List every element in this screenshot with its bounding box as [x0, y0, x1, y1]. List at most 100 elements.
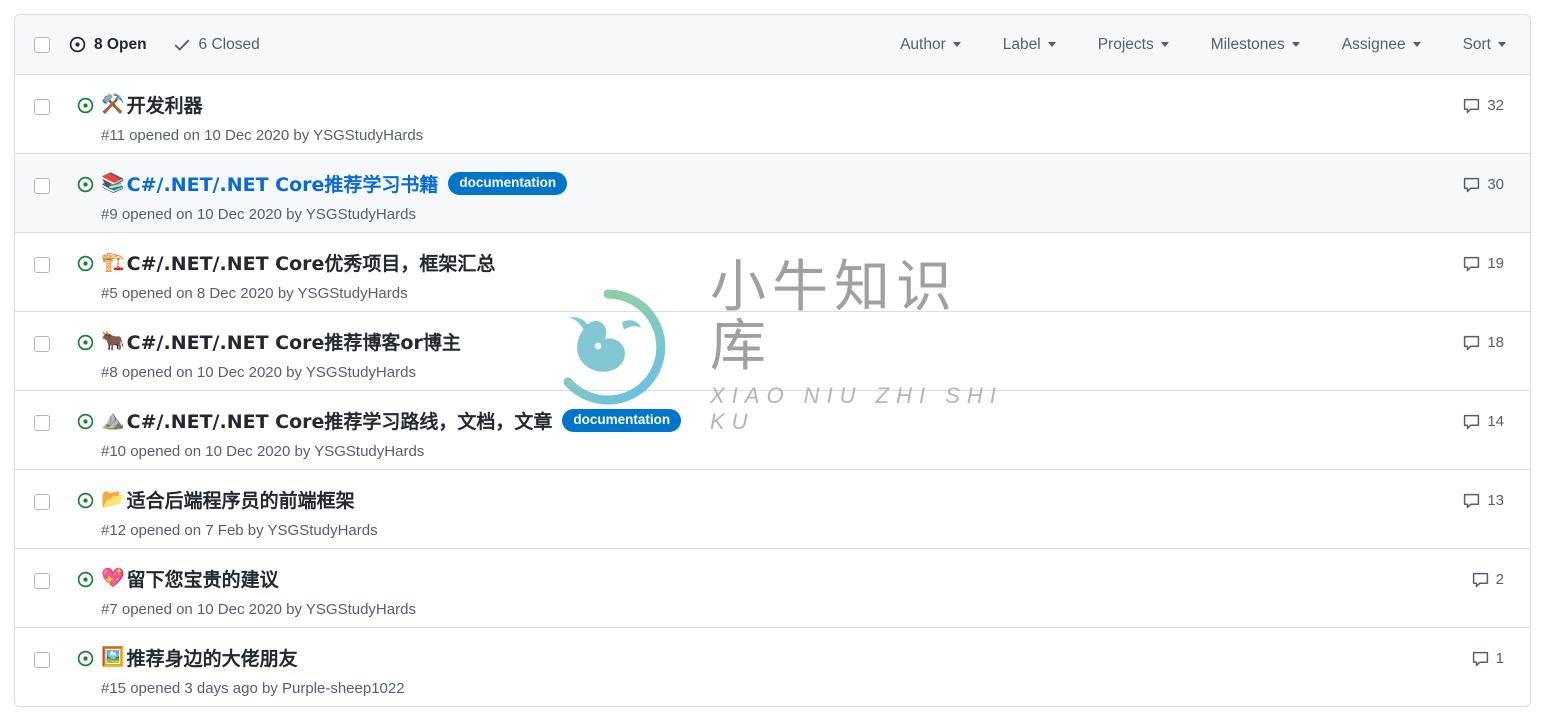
- issue-row[interactable]: 📚 C#/.NET/.NET Core推荐学习书籍 documentation #9 …: [15, 154, 1530, 233]
- filter-projects-label: Projects: [1097, 35, 1154, 53]
- filter-sort[interactable]: Sort: [1463, 36, 1506, 54]
- issue-state-cell: [69, 312, 101, 351]
- filter-projects[interactable]: Projects: [1098, 36, 1169, 54]
- issue-comment-count[interactable]: 19: [1410, 233, 1530, 272]
- books-icon: 📚: [101, 172, 125, 194]
- comment-count-value: 18: [1487, 334, 1504, 351]
- issue-select-cell: [15, 549, 69, 589]
- issue-title-link[interactable]: 推荐身边的大佬朋友: [127, 644, 298, 671]
- issue-meta: #15 opened 3 days ago by Purple-sheep102…: [101, 680, 405, 697]
- issue-checkbox[interactable]: [34, 573, 50, 589]
- issue-title-line: 🖼️ 推荐身边的大佬朋友: [101, 644, 1410, 671]
- issue-title-link[interactable]: 留下您宝贵的建议: [127, 565, 279, 592]
- issue-select-cell: [15, 154, 69, 194]
- mountain-icon: ⛰️: [101, 409, 125, 431]
- issue-title-link[interactable]: C#/.NET/.NET Core推荐学习路线，文档，文章: [127, 407, 553, 434]
- issue-comment-count[interactable]: 32: [1410, 75, 1530, 114]
- issue-checkbox[interactable]: [34, 99, 50, 115]
- issue-checkbox[interactable]: [34, 652, 50, 668]
- filter-sort-label: Sort: [1462, 35, 1491, 53]
- issue-checkbox[interactable]: [34, 494, 50, 510]
- issue-row[interactable]: ⚒️ 开发利器 #11 opened on 10 Dec 2020 by YSGSt…: [15, 75, 1530, 154]
- closed-issues-filter[interactable]: 6 Closed: [173, 36, 260, 54]
- issue-content: 💖 留下您宝贵的建议 #7 opened on 10 Dec 2020 by YSG…: [101, 549, 1410, 619]
- issue-title-link[interactable]: 开发利器: [127, 91, 203, 118]
- issue-opened-icon: [77, 571, 94, 588]
- comment-icon: [1463, 413, 1480, 430]
- issue-comment-count[interactable]: 30: [1410, 154, 1530, 193]
- issue-opened-icon: [77, 492, 94, 509]
- issue-meta: #12 opened on 7 Feb by YSGStudyHards: [101, 522, 378, 539]
- issue-checkbox[interactable]: [34, 415, 50, 431]
- issue-meta: #7 opened on 10 Dec 2020 by YSGStudyHard…: [101, 601, 416, 618]
- issue-comment-count[interactable]: 1: [1410, 628, 1530, 667]
- issue-checkbox[interactable]: [34, 336, 50, 352]
- issue-rows: ⚒️ 开发利器 #11 opened on 10 Dec 2020 by YSGSt…: [15, 75, 1530, 706]
- open-file-folder-icon: 📂: [101, 488, 125, 510]
- issue-state-cell: [69, 233, 101, 272]
- issue-label-badge[interactable]: documentation: [448, 172, 568, 195]
- issue-row[interactable]: 🖼️ 推荐身边的大佬朋友 #15 opened 3 days ago by Purp…: [15, 628, 1530, 706]
- issue-row[interactable]: 📂 适合后端程序员的前端框架 #12 opened on 7 Feb by YSGS…: [15, 470, 1530, 549]
- issue-row[interactable]: 🐂 C#/.NET/.NET Core推荐博客or博主 #8 opened on 1…: [15, 312, 1530, 391]
- issue-select-cell: [15, 628, 69, 668]
- comment-icon: [1463, 334, 1480, 351]
- issue-row[interactable]: ⛰️ C#/.NET/.NET Core推荐学习路线，文档，文章 documenta…: [15, 391, 1530, 470]
- filter-label[interactable]: Label: [1003, 36, 1056, 54]
- issue-meta: #11 opened on 10 Dec 2020 by YSGStudyHar…: [101, 127, 424, 144]
- filter-assignee[interactable]: Assignee: [1342, 36, 1421, 54]
- comment-count-value: 14: [1487, 413, 1504, 430]
- hammer-and-pick-icon: ⚒️: [101, 93, 125, 115]
- issue-title-line: 🏗️ C#/.NET/.NET Core优秀项目，框架汇总: [101, 249, 1410, 276]
- issue-opened-icon: [77, 255, 94, 272]
- issue-opened-icon: [77, 334, 94, 351]
- issue-meta: #9 opened on 10 Dec 2020 by YSGStudyHard…: [101, 206, 416, 223]
- comment-icon: [1463, 97, 1480, 114]
- issue-label-badge[interactable]: documentation: [562, 409, 682, 432]
- issue-opened-icon: [77, 650, 94, 667]
- issue-title-line: 📂 适合后端程序员的前端框架: [101, 486, 1410, 513]
- issue-meta: #8 opened on 10 Dec 2020 by YSGStudyHard…: [101, 364, 416, 381]
- comment-count-value: 30: [1487, 176, 1504, 193]
- open-issues-filter[interactable]: 8 Open: [69, 36, 147, 54]
- issue-comment-count[interactable]: 14: [1410, 391, 1530, 430]
- issue-title-link[interactable]: C#/.NET/.NET Core推荐博客or博主: [127, 328, 461, 355]
- issue-row[interactable]: 💖 留下您宝贵的建议 #7 opened on 10 Dec 2020 by YSG…: [15, 549, 1530, 628]
- issue-title-line: 📚 C#/.NET/.NET Core推荐学习书籍 documentation: [101, 170, 1410, 197]
- issue-comment-count[interactable]: 13: [1410, 470, 1530, 509]
- issue-title-line: ⚒️ 开发利器: [101, 91, 1410, 118]
- issue-checkbox[interactable]: [34, 257, 50, 273]
- issue-content: 📂 适合后端程序员的前端框架 #12 opened on 7 Feb by YSGS…: [101, 470, 1410, 540]
- issue-opened-icon: [77, 97, 94, 114]
- issue-title-line: 🐂 C#/.NET/.NET Core推荐博客or博主: [101, 328, 1410, 355]
- issues-list-container: 8 Open 6 Closed Author Label Projects Mi…: [14, 14, 1531, 707]
- issue-row[interactable]: 🏗️ C#/.NET/.NET Core优秀项目，框架汇总 #5 opened on…: [15, 233, 1530, 312]
- chevron-down-icon: [1160, 42, 1169, 47]
- issue-checkbox[interactable]: [34, 178, 50, 194]
- filter-author[interactable]: Author: [900, 36, 961, 54]
- comment-count-value: 2: [1495, 571, 1504, 588]
- comment-icon: [1463, 176, 1480, 193]
- issue-opened-icon: [69, 36, 86, 53]
- issue-state-cell: [69, 549, 101, 588]
- issue-title-link[interactable]: 适合后端程序员的前端框架: [127, 486, 355, 513]
- ox-face-icon: 🐂: [101, 330, 125, 352]
- issue-title-line: ⛰️ C#/.NET/.NET Core推荐学习路线，文档，文章 documenta…: [101, 407, 1410, 434]
- filter-milestones[interactable]: Milestones: [1211, 36, 1300, 54]
- filter-author-label: Author: [900, 35, 946, 53]
- issue-title-link[interactable]: C#/.NET/.NET Core推荐学习书籍: [127, 170, 439, 197]
- state-filter-group: 8 Open 6 Closed: [69, 36, 260, 54]
- select-all-checkbox[interactable]: [34, 36, 50, 53]
- issue-comment-count[interactable]: 18: [1410, 312, 1530, 351]
- filter-label-label: Label: [1002, 35, 1041, 53]
- framed-picture-icon: 🖼️: [101, 646, 125, 668]
- comment-count-value: 13: [1487, 492, 1504, 509]
- issue-state-cell: [69, 75, 101, 114]
- filter-milestones-label: Milestones: [1210, 35, 1285, 53]
- issue-select-cell: [15, 391, 69, 431]
- chevron-down-icon: [1291, 42, 1300, 47]
- issue-opened-icon: [77, 176, 94, 193]
- sparkling-heart-icon: 💖: [101, 567, 125, 589]
- issue-comment-count[interactable]: 2: [1410, 549, 1530, 588]
- issue-title-link[interactable]: C#/.NET/.NET Core优秀项目，框架汇总: [127, 249, 496, 276]
